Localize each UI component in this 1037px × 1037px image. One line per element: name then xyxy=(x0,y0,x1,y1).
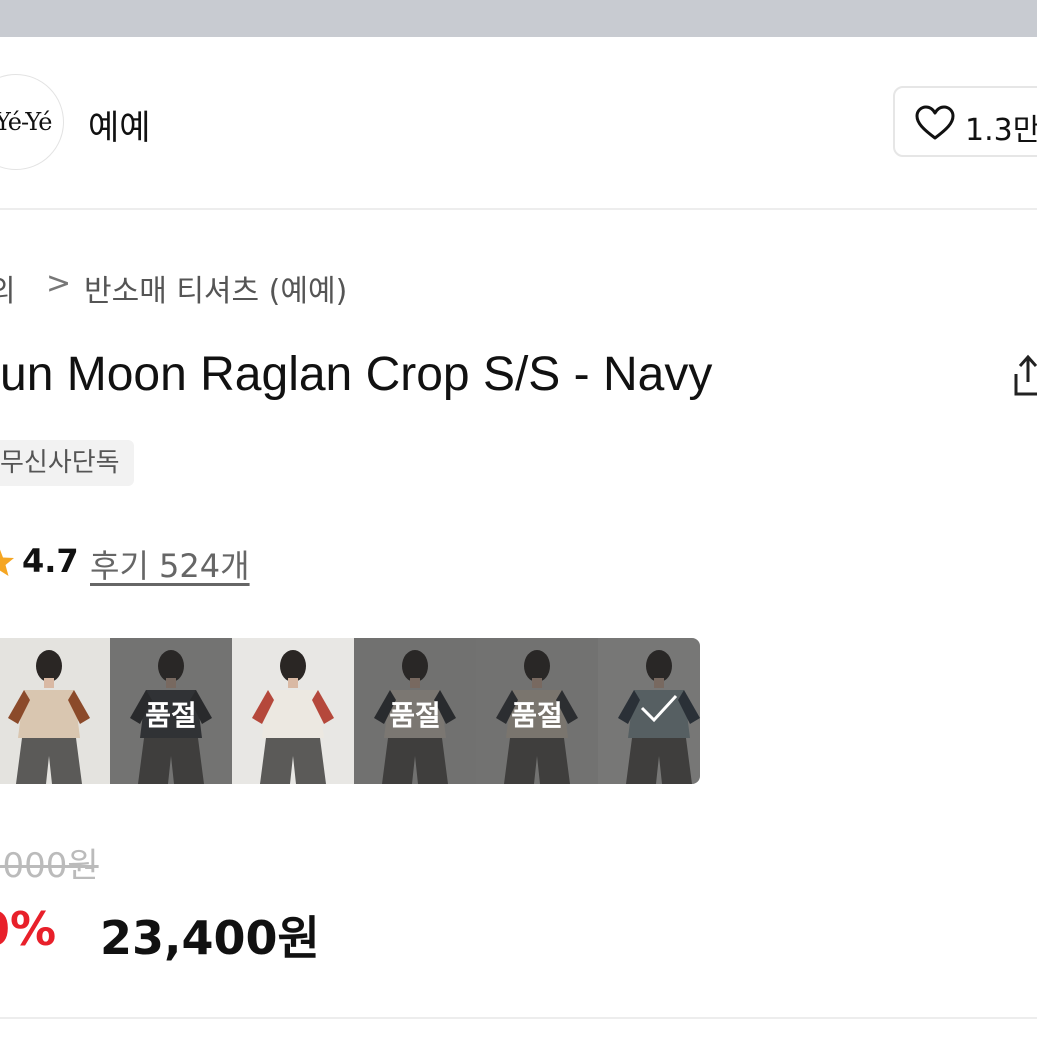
like-count: 1.3만 xyxy=(965,113,1037,148)
product-title: un Moon Raglan Crop S/S - Navy xyxy=(0,348,713,401)
heart-icon xyxy=(915,105,955,140)
share-icon[interactable] xyxy=(1012,352,1037,398)
option-thumbnail[interactable] xyxy=(598,638,700,784)
brand-logo-text: Yé-Yé xyxy=(0,108,52,136)
option-thumbnail[interactable]: 품절 xyxy=(110,638,232,784)
original-price: 9,000원 xyxy=(0,846,99,886)
brand-logo[interactable]: Yé-Yé xyxy=(0,74,64,170)
soldout-label: 품절 xyxy=(389,699,441,732)
discount-rate: 0% xyxy=(0,902,57,956)
model-photo xyxy=(252,650,334,784)
bottom-divider xyxy=(0,1017,1037,1019)
reviews-link[interactable]: 후기 524개 xyxy=(90,541,250,587)
check-icon xyxy=(640,694,678,723)
option-thumbnail[interactable]: 품절 xyxy=(354,638,476,784)
option-thumbnail[interactable] xyxy=(0,638,110,784)
breadcrumb-separator: > xyxy=(46,266,72,301)
top-image-strip xyxy=(0,0,1037,37)
brand-name[interactable]: 예예 xyxy=(88,100,151,149)
sale-price: 23,400원 xyxy=(100,911,320,965)
option-thumbnail[interactable] xyxy=(232,638,354,784)
star-icon xyxy=(0,549,14,576)
model-photo xyxy=(8,650,90,784)
soldout-label: 품절 xyxy=(145,699,197,732)
option-thumbnail[interactable]: 품절 xyxy=(476,638,598,784)
rating-value: 4.7 xyxy=(22,542,79,580)
exclusive-badge: 무신사단독 xyxy=(0,440,134,486)
like-button[interactable]: 1.3만 xyxy=(893,86,1037,157)
soldout-label: 품절 xyxy=(511,699,563,732)
header-divider xyxy=(0,208,1037,210)
breadcrumb-subcategory[interactable]: 반소매 티셔츠 (예예) xyxy=(84,266,347,310)
breadcrumb-category[interactable]: 의 xyxy=(0,266,16,310)
option-thumbnails: 품절 품절 품절 xyxy=(0,638,700,784)
